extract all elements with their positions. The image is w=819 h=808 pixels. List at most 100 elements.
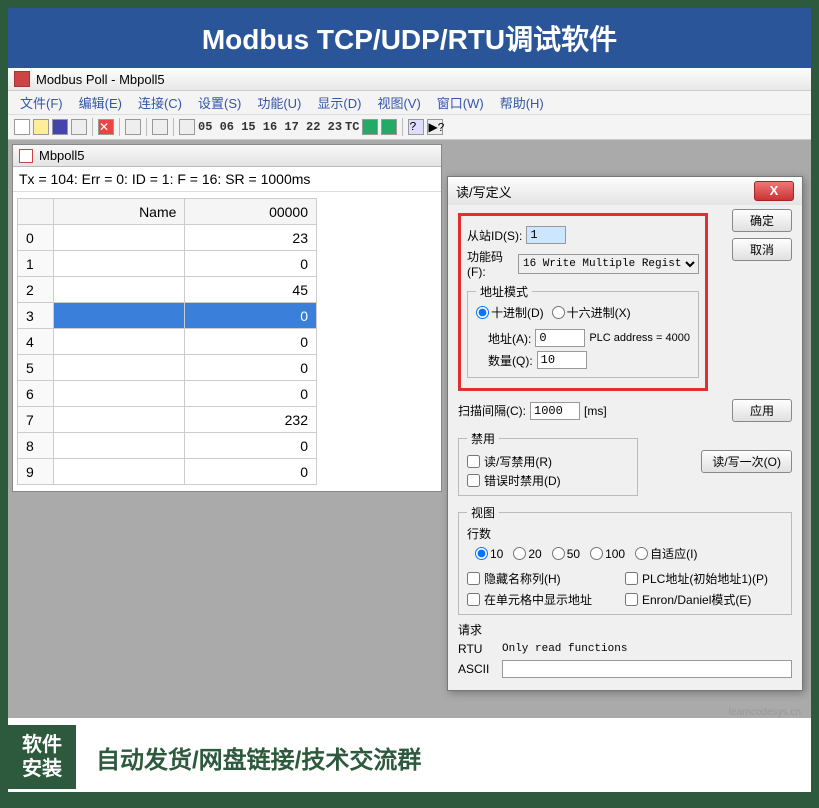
view-legend: 视图 xyxy=(467,504,499,521)
menu-item[interactable]: 窗口(W) xyxy=(429,94,492,113)
menu-item[interactable]: 设置(S) xyxy=(190,94,249,113)
radio-hex[interactable] xyxy=(552,306,565,319)
rw-once-button[interactable]: 读/写一次(O) xyxy=(701,450,792,473)
cb-disable-err-label: 错误时禁用(D) xyxy=(484,472,561,489)
apply-button[interactable]: 应用 xyxy=(732,399,792,422)
rtu-label: RTU xyxy=(458,642,498,656)
col-value: 00000 xyxy=(185,199,317,225)
cb-show-addr-label: 在单元格中显示地址 xyxy=(484,591,592,608)
connect-icon[interactable] xyxy=(125,119,141,135)
child-titlebar: Mbpoll5 xyxy=(13,145,441,167)
separator xyxy=(173,118,174,136)
toolbar-tc[interactable]: TC xyxy=(345,120,359,134)
func-select[interactable]: 16 Write Multiple Regist xyxy=(518,254,699,274)
scan-unit: [ms] xyxy=(584,404,607,418)
separator xyxy=(402,118,403,136)
ok-button[interactable]: 确定 xyxy=(732,209,792,232)
radio-decimal[interactable] xyxy=(476,306,489,319)
radio-20[interactable] xyxy=(513,547,526,560)
menu-item[interactable]: 文件(F) xyxy=(12,94,71,113)
banner-title: Modbus TCP/UDP/RTU调试软件 xyxy=(8,8,811,68)
monitor2-icon[interactable] xyxy=(381,119,397,135)
app-title: Modbus Poll - Mbpoll5 xyxy=(36,72,165,87)
addr-label: 地址(A): xyxy=(488,330,531,347)
wave-icon[interactable] xyxy=(179,119,195,135)
plc-addr-text: PLC address = 4000 xyxy=(589,332,690,344)
open-icon[interactable] xyxy=(33,119,49,135)
radio-auto-label: 自适应(I) xyxy=(650,545,697,562)
close-button[interactable]: X xyxy=(754,181,794,201)
slave-id-input[interactable] xyxy=(526,226,566,244)
child-window: Mbpoll5 Tx = 104: Err = 0: ID = 1: F = 1… xyxy=(12,144,442,492)
menu-item[interactable]: 功能(U) xyxy=(249,94,309,113)
dialog-title-text: 读/写定义 xyxy=(456,182,512,201)
bottom-left-badge: 软件 安装 xyxy=(8,725,76,789)
radio-100[interactable] xyxy=(590,547,603,560)
pulse-icon[interactable] xyxy=(152,119,168,135)
qty-input[interactable] xyxy=(537,351,587,369)
table-row[interactable]: 60 xyxy=(18,381,317,407)
cb-enron[interactable] xyxy=(625,593,638,606)
ascii-input[interactable] xyxy=(502,660,792,678)
radio-decimal-label: 十进制(D) xyxy=(491,304,544,321)
app-icon xyxy=(14,71,30,87)
table-row[interactable]: 10 xyxy=(18,251,317,277)
monitor-icon[interactable] xyxy=(362,119,378,135)
menu-item[interactable]: 连接(C) xyxy=(130,94,190,113)
watermark: learncodesys.cn xyxy=(729,707,801,718)
addr-mode-fieldset: 地址模式 十进制(D) 十六进制(X) 地址(A): PLC address = xyxy=(467,283,699,378)
scan-input[interactable] xyxy=(530,402,580,420)
dialog-titlebar[interactable]: 读/写定义 X xyxy=(448,177,802,205)
cancel-button[interactable]: 取消 xyxy=(732,238,792,261)
print-icon[interactable] xyxy=(71,119,87,135)
radio-10[interactable] xyxy=(475,547,488,560)
menu-item[interactable]: 编辑(E) xyxy=(71,94,130,113)
cb-show-addr[interactable] xyxy=(467,593,480,606)
cb-disable-rw[interactable] xyxy=(467,455,480,468)
table-row[interactable]: 023 xyxy=(18,225,317,251)
menu-item[interactable]: 视图(V) xyxy=(369,94,428,113)
radio-20-label: 20 xyxy=(528,547,541,561)
menu-item[interactable]: 显示(D) xyxy=(309,94,369,113)
rtu-text: Only read functions xyxy=(502,643,627,655)
status-line: Tx = 104: Err = 0: ID = 1: F = 16: SR = … xyxy=(13,167,441,192)
radio-hex-label: 十六进制(X) xyxy=(567,304,631,321)
cb-enron-label: Enron/Daniel模式(E) xyxy=(642,591,751,608)
whatsthis-icon[interactable]: ▶? xyxy=(427,119,443,135)
app-window: Modbus Poll - Mbpoll5 文件(F)编辑(E)连接(C)设置(… xyxy=(8,68,811,718)
child-title-text: Mbpoll5 xyxy=(39,148,85,163)
cb-hide-name[interactable] xyxy=(467,572,480,585)
save-icon[interactable] xyxy=(52,119,68,135)
table-row[interactable]: 7232 xyxy=(18,407,317,433)
new-icon[interactable] xyxy=(14,119,30,135)
separator xyxy=(119,118,120,136)
table-row[interactable]: 80 xyxy=(18,433,317,459)
delete-icon[interactable]: ✕ xyxy=(98,119,114,135)
table-row[interactable]: 40 xyxy=(18,329,317,355)
col-blank xyxy=(18,199,54,225)
cb-hide-name-label: 隐藏名称列(H) xyxy=(484,570,561,587)
cb-disable-err[interactable] xyxy=(467,474,480,487)
menu-item[interactable]: 帮助(H) xyxy=(492,94,552,113)
addr-input[interactable] xyxy=(535,329,585,347)
table-row[interactable]: 50 xyxy=(18,355,317,381)
data-table: Name 00000 023102453040506072328090 xyxy=(17,198,317,485)
toolbar: ✕ 05 06 15 16 17 22 23 TC ? ▶? xyxy=(8,115,811,140)
cb-plc-addr[interactable] xyxy=(625,572,638,585)
rw-definition-dialog: 读/写定义 X 确定 取消 从站ID(S): 功能码(F): xyxy=(447,176,803,691)
table-row[interactable]: 30 xyxy=(18,303,317,329)
slave-id-label: 从站ID(S): xyxy=(467,227,522,244)
toolbar-codes[interactable]: 05 06 15 16 17 22 23 xyxy=(198,120,342,134)
radio-auto[interactable] xyxy=(635,547,648,560)
qty-label: 数量(Q): xyxy=(488,352,533,369)
help-icon[interactable]: ? xyxy=(408,119,424,135)
separator xyxy=(92,118,93,136)
ascii-label: ASCII xyxy=(458,662,498,676)
table-row[interactable]: 245 xyxy=(18,277,317,303)
radio-50[interactable] xyxy=(552,547,565,560)
bottom-right-text: 自动发货/网盘链接/技术交流群 xyxy=(76,740,421,775)
scan-label: 扫描间隔(C): xyxy=(458,402,526,419)
radio-100-label: 100 xyxy=(605,547,625,561)
col-name: Name xyxy=(53,199,185,225)
table-row[interactable]: 90 xyxy=(18,459,317,485)
